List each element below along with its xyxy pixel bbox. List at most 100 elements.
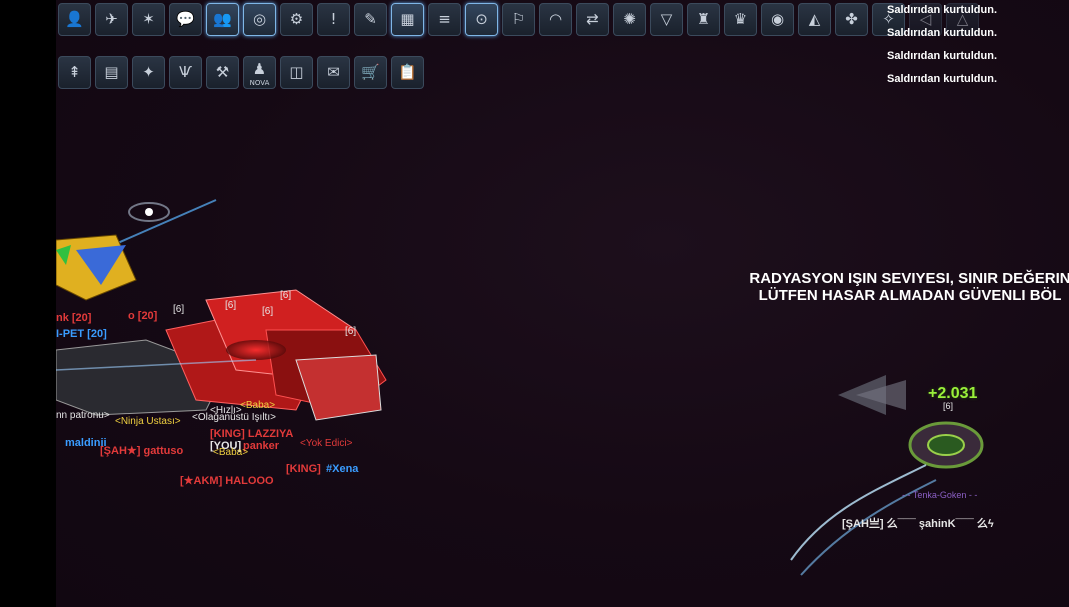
ship-label: [KING] [286, 463, 321, 475]
ship-label: [6] [345, 326, 357, 337]
location-button[interactable]: ⊙ [465, 3, 498, 36]
alert-button[interactable]: ! [317, 3, 350, 36]
pet-button[interactable]: ⚙ [280, 3, 313, 36]
warning-line-1: RADYASYON IŞIN SEVIYESI, SINIR DEĞERIN [749, 270, 1069, 287]
location-icon: ⊙ [475, 10, 488, 28]
log-line: Saldırıdan kurtuldun. [887, 4, 998, 16]
ship-label: <Ninja Ustası> [115, 416, 181, 427]
warning-line-2: LÜTFEN HASAR ALMADAN GÜVENLI BÖL [758, 287, 1062, 304]
clan-button[interactable]: ⚐ [502, 3, 535, 36]
ship-label: [★AKM] HALOOO [180, 475, 274, 487]
map-button[interactable]: ▦ [391, 3, 424, 36]
ship-equipment-button[interactable]: ✈ [95, 3, 128, 36]
user-button[interactable]: 👤 [58, 3, 91, 36]
galaxy-gate-button[interactable]: ✺ [613, 3, 646, 36]
clipboard-icon: 📋 [398, 63, 417, 81]
sail-button[interactable]: ◭ [798, 3, 831, 36]
player-level-tag: [6] [943, 401, 954, 411]
chat-icon: 💬 [176, 10, 195, 28]
button-label: NOVA [249, 79, 270, 87]
ship-equipment-icon: ✈ [105, 10, 118, 28]
ship-label: panker [243, 440, 280, 452]
ship-label: [6] [262, 306, 274, 317]
red-ship-fleet [56, 289, 387, 421]
wings-icon: ◉ [770, 10, 785, 28]
mail-button[interactable]: ✉ [317, 56, 350, 89]
upgrade-icon: ⇞ [68, 63, 81, 81]
drone-button[interactable]: ✤ [835, 3, 868, 36]
ship-label: #Xena [326, 463, 359, 475]
trade-button[interactable]: ⇄ [576, 3, 609, 36]
log-icon: ≡ [438, 10, 451, 28]
player-name[interactable]: [ŞAH亗] 么¯¯¯ şahinK¯¯¯ 么ϟ [842, 515, 994, 531]
yellow-ship [56, 234, 137, 301]
user-icon: 👤 [65, 10, 84, 28]
shield-icon: ▽ [660, 10, 673, 28]
eagle-button[interactable]: ♛ [724, 3, 757, 36]
id-card-button[interactable]: ▤ [95, 56, 128, 89]
nova-button[interactable]: ♟ NOVA [243, 56, 276, 89]
ship-label: [6] [280, 290, 292, 301]
monitor-button[interactable]: ◫ [280, 56, 313, 89]
faction-button[interactable]: Ѱ [169, 56, 202, 89]
alert-icon: ! [330, 10, 337, 28]
clipboard-button[interactable]: 📋 [391, 56, 424, 89]
auction-icon: ⚒ [215, 63, 230, 81]
combat-log: Saldırıdan kurtuldun. Saldırıdan kurtuldu… [887, 3, 997, 95]
target-button[interactable]: ◎ [243, 3, 276, 36]
mail-icon: ✉ [327, 63, 340, 81]
skills-icon: ✶ [142, 10, 155, 28]
ship-label: nn patronu> [56, 410, 110, 421]
log-line: Saldırıdan kurtuldun. [887, 50, 998, 62]
satellite-icon: ✦ [142, 63, 155, 81]
main-toolbar: 👤 ✈ ✶ 💬 👥 ◎ ⚙! ✎ ▦ ≡ ⊙ ⚐ ◠ ⇄ ✺ ▽ ♜ ♛ ◉ ◭ ✤ ✧ ◁ △ [58, 3, 982, 36]
group-button[interactable]: 👥 [206, 3, 239, 36]
map-icon: ▦ [400, 10, 415, 28]
chat-button[interactable]: 💬 [169, 3, 202, 36]
ship-label: <Baba> [240, 400, 276, 411]
trade-icon: ⇄ [586, 10, 599, 28]
eagle-icon: ♛ [733, 10, 748, 28]
auction-button[interactable]: ⚒ [206, 56, 239, 89]
trophy-icon: ♜ [696, 10, 711, 28]
sail-icon: ◭ [808, 10, 821, 28]
shop-cart-button[interactable]: 🛒 [354, 56, 387, 89]
log-line: Saldırıdan kurtuldun. [887, 73, 998, 85]
gauge-icon: ◠ [548, 10, 563, 28]
ship-label: [6] [173, 304, 185, 315]
player-subtitle: - - Tenka-Goken - - [902, 490, 978, 500]
group-icon: 👥 [213, 10, 232, 28]
target-icon: ◎ [252, 10, 267, 28]
monitor-icon: ◫ [289, 63, 304, 81]
ship-label: nk [20] [56, 312, 92, 324]
id-card-icon: ▤ [104, 63, 119, 81]
missions-button[interactable]: ✎ [354, 3, 387, 36]
faction-icon: Ѱ [179, 63, 192, 81]
missions-icon: ✎ [364, 10, 377, 28]
wings-button[interactable]: ◉ [761, 3, 794, 36]
clan-icon: ⚐ [511, 10, 526, 28]
ship-label: <Baba> [213, 447, 249, 458]
log-button[interactable]: ≡ [428, 3, 461, 36]
ship-label: [KING] LAZZIYA [210, 428, 294, 440]
shop-cart-icon: 🛒 [361, 63, 380, 81]
satellite-button[interactable]: ✦ [132, 56, 165, 89]
ship-label: [ŞAH★] gattuso [100, 445, 184, 457]
skills-button[interactable]: ✶ [132, 3, 165, 36]
gauge-button[interactable]: ◠ [539, 3, 572, 36]
log-line: Saldırıdan kurtuldun. [887, 27, 998, 39]
secondary-toolbar: ⇞ ▤ ✦ Ѱ ⚒ ♟ NOVA ◫ ✉ 🛒 📋 [58, 56, 427, 89]
upgrade-button[interactable]: ⇞ [58, 56, 91, 89]
ship-label: <Yok Edici> [300, 438, 353, 449]
galaxy-gate-icon: ✺ [623, 10, 636, 28]
drone-icon: ✤ [845, 10, 858, 28]
radiation-warning: RADYASYON IŞIN SEVIYESI, SINIR DEĞERIN L… [700, 270, 1069, 304]
orbit-core [145, 208, 153, 216]
ship-label: I-PET [20] [56, 328, 107, 340]
pet-icon: ⚙ [289, 10, 304, 28]
ship-label: o [20] [128, 310, 158, 322]
player-ship [790, 375, 984, 576]
shield-button[interactable]: ▽ [650, 3, 683, 36]
ship-label: [6] [225, 300, 237, 311]
trophy-button[interactable]: ♜ [687, 3, 720, 36]
